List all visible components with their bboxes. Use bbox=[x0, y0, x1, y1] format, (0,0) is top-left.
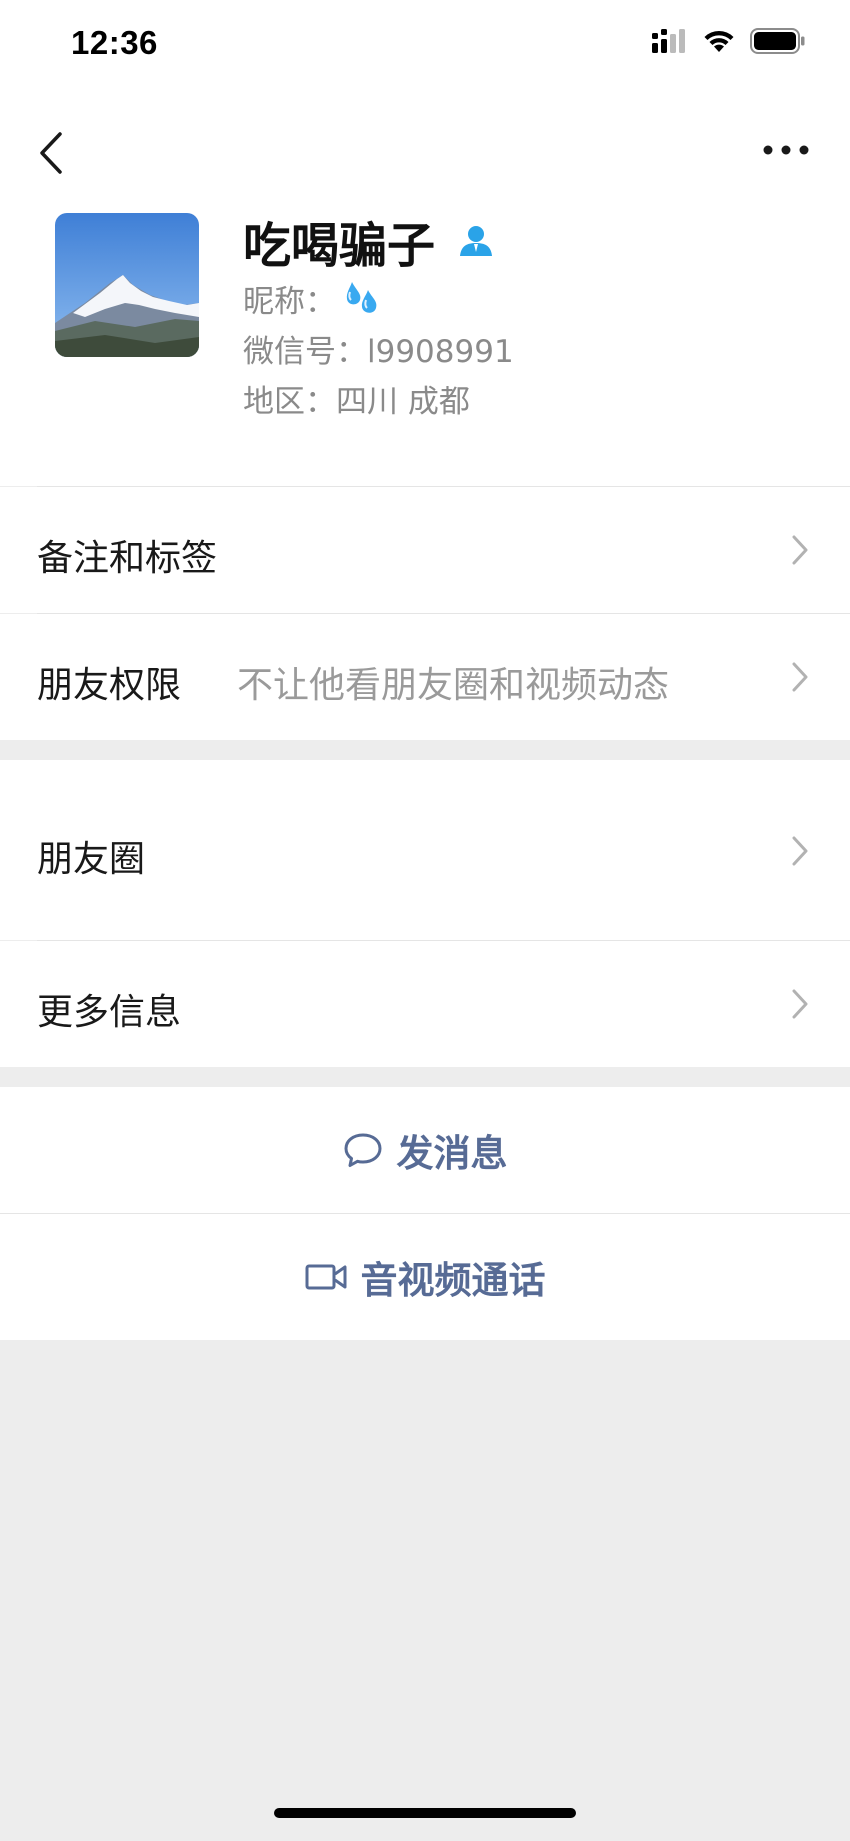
chevron-right-icon bbox=[792, 662, 808, 692]
more-info-row[interactable]: 更多信息 bbox=[0, 941, 850, 1067]
more-options-icon[interactable] bbox=[762, 138, 810, 162]
friend-permissions-value: 不让他看朋友圈和视频动态 bbox=[237, 665, 670, 706]
sweat-droplets-icon bbox=[346, 281, 377, 313]
status-time: 12:36 bbox=[71, 24, 158, 61]
battery-icon bbox=[750, 28, 805, 54]
moments-label: 朋友圈 bbox=[37, 839, 146, 880]
profile-header: 吃喝骗子 昵称： 微信号：l9908991 地区：四川 成都 bbox=[0, 208, 850, 486]
back-arrow-icon[interactable] bbox=[34, 130, 70, 176]
wifi-icon bbox=[704, 30, 734, 52]
chevron-right-icon bbox=[792, 535, 808, 565]
mountain-avatar-image bbox=[55, 213, 199, 357]
region: 地区：四川 成都 bbox=[243, 384, 470, 420]
wechat-id: 微信号：l9908991 bbox=[243, 334, 514, 370]
nickname-label: 昵称： bbox=[243, 284, 336, 320]
home-indicator[interactable] bbox=[274, 1808, 576, 1818]
video-camera-icon bbox=[305, 1264, 346, 1290]
nav-bar bbox=[0, 90, 850, 208]
chevron-right-icon bbox=[792, 836, 808, 866]
send-message-label: 发消息 bbox=[396, 1132, 508, 1175]
status-bar: 12:36 bbox=[0, 0, 850, 90]
name-row: 吃喝骗子 bbox=[243, 206, 495, 276]
chat-bubble-icon bbox=[344, 1133, 381, 1167]
video-call-button[interactable]: 音视频通话 bbox=[0, 1214, 850, 1340]
contact-name: 吃喝骗子 bbox=[243, 218, 436, 274]
remark-tags-row[interactable]: 备注和标签 bbox=[0, 487, 850, 613]
nickname-row: 昵称： bbox=[243, 276, 384, 321]
video-call-label: 音视频通话 bbox=[360, 1259, 546, 1302]
moments-row[interactable]: 朋友圈 bbox=[0, 760, 850, 940]
cellular-signal-icon bbox=[652, 29, 685, 53]
friend-permissions-label: 朋友权限 bbox=[37, 665, 182, 706]
friend-permissions-row[interactable]: 朋友权限 不让他看朋友圈和视频动态 bbox=[0, 614, 850, 740]
chevron-right-icon bbox=[792, 989, 808, 1019]
remark-tags-label: 备注和标签 bbox=[37, 538, 218, 579]
status-icons bbox=[652, 28, 806, 54]
send-message-button[interactable]: 发消息 bbox=[0, 1087, 850, 1213]
avatar[interactable] bbox=[55, 213, 199, 357]
contact-person-icon bbox=[460, 226, 493, 256]
more-info-label: 更多信息 bbox=[37, 992, 182, 1033]
